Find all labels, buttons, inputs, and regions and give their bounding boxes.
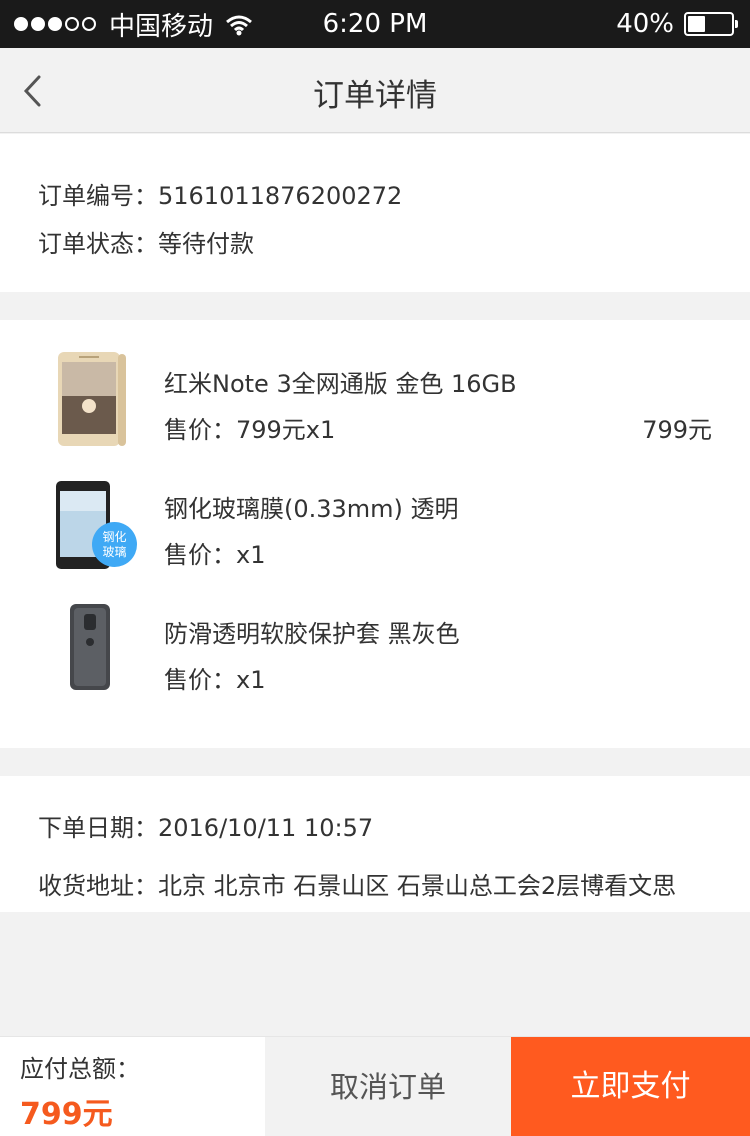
status-bar: 中国移动 6:20 PM 40% [0, 0, 750, 48]
cancel-order-button[interactable]: 取消订单 [265, 1037, 511, 1136]
nav-bar: 订单详情 [0, 48, 750, 133]
product-name: 红米Note 3全网通版 金色 16GB [164, 370, 517, 398]
bottom-action-bar: 应付总额： 799元 取消订单 立即支付 [0, 1036, 750, 1136]
order-number-row: 订单编号：5161011876200272 [38, 176, 402, 211]
order-info-section: 订单编号：5161011876200272 订单状态：等待付款 [0, 134, 750, 292]
pay-now-button[interactable]: 立即支付 [511, 1037, 750, 1136]
product-price: 售价：x1 [164, 541, 266, 569]
page-title: 订单详情 [313, 78, 437, 114]
shipping-address-label: 收货地址： [38, 872, 158, 900]
phone-case-thumbnail [48, 600, 138, 700]
battery-icon [684, 12, 738, 36]
product-item[interactable]: 防滑透明软胶保护套 黑灰色 售价：x1 [0, 600, 750, 720]
order-number-label: 订单编号： [38, 182, 158, 210]
order-date-row: 下单日期：2016/10/11 10:57 [38, 808, 373, 843]
product-total: 799元 [642, 416, 712, 444]
order-date-value: 2016/10/11 10:57 [158, 814, 374, 842]
product-price: 售价：799元x1 [164, 416, 336, 444]
badge-line: 钢化 [102, 530, 127, 544]
shipping-address-row: 收货地址：北京 北京市 石景山区 石景山总工会2层博看文思 [38, 866, 676, 901]
product-name: 钢化玻璃膜(0.33mm) 透明 [164, 495, 459, 523]
tempered-glass-badge: 钢化 玻璃 [92, 522, 137, 567]
order-number-value: 5161011876200272 [158, 182, 403, 210]
product-item[interactable]: 红米Note 3全网通版 金色 16GB 售价：799元x1 799元 [0, 350, 750, 470]
shipping-address-value: 北京 北京市 石景山区 石景山总工会2层博看文思 [158, 872, 677, 900]
product-list: 红米Note 3全网通版 金色 16GB 售价：799元x1 799元 钢化 玻… [0, 320, 750, 748]
product-item[interactable]: 钢化 玻璃 钢化玻璃膜(0.33mm) 透明 售价：x1 [0, 475, 750, 595]
battery-level [688, 16, 705, 32]
tempered-glass-thumbnail: 钢化 玻璃 [48, 475, 138, 575]
badge-line: 玻璃 [102, 545, 127, 559]
order-status-label: 订单状态： [38, 230, 158, 258]
order-status-row: 订单状态：等待付款 [38, 224, 254, 259]
order-date-label: 下单日期： [38, 814, 158, 842]
product-price: 售价：x1 [164, 666, 266, 694]
order-status-value: 等待付款 [158, 230, 254, 258]
status-right: 40% [616, 6, 738, 42]
total-amount: 799元 [20, 1097, 113, 1132]
total-label: 应付总额： [20, 1055, 140, 1083]
battery-percent: 40% [616, 9, 674, 39]
product-name: 防滑透明软胶保护套 黑灰色 [164, 620, 460, 648]
gold-phone-thumbnail [48, 350, 138, 450]
order-meta-section: 下单日期：2016/10/11 10:57 收货地址：北京 北京市 石景山区 石… [0, 776, 750, 912]
